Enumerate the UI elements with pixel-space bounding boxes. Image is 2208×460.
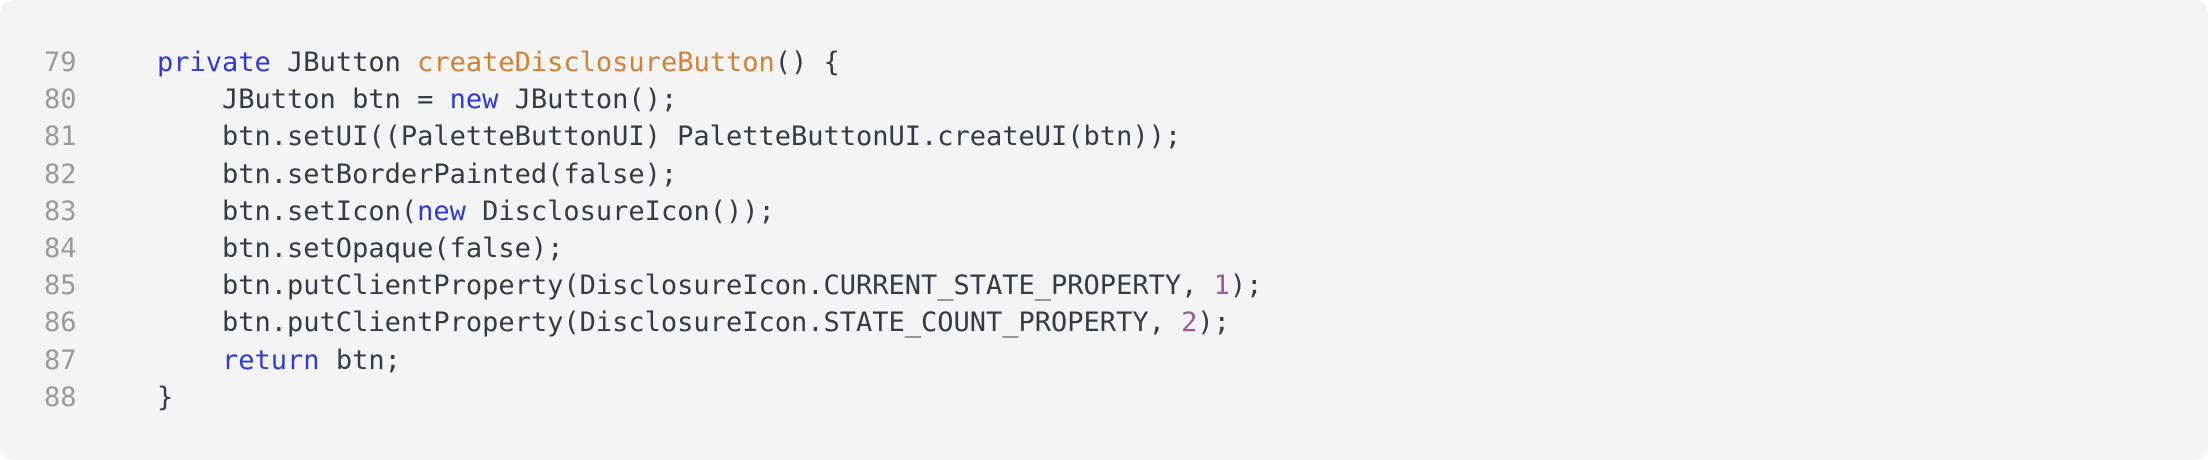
code-token-plain: JButton btn =	[157, 84, 450, 116]
code-token-plain: btn.setUI((PaletteButtonUI) PaletteButto…	[157, 121, 1182, 153]
code-line: 86 btn.putClientProperty(DisclosureIcon.…	[0, 304, 2208, 341]
code-line: 83 btn.setIcon(new DisclosureIcon());	[0, 193, 2208, 230]
line-code: btn.setBorderPainted(false);	[157, 156, 677, 193]
code-token-plain: );	[1229, 270, 1263, 302]
code-line: 87 return btn;	[0, 342, 2208, 379]
code-token-keyword: return	[222, 344, 320, 376]
line-number: 79	[44, 47, 77, 78]
line-code: btn.putClientProperty(DisclosureIcon.STA…	[157, 304, 1230, 341]
line-number: 80	[44, 84, 77, 116]
code-line: 80 JButton btn = new JButton();	[0, 81, 2208, 118]
code-token-plain: btn;	[319, 344, 401, 376]
line-number: 81	[44, 121, 77, 153]
code-token-plain: btn.setBorderPainted(false);	[157, 158, 678, 190]
code-line: 82 btn.setBorderPainted(false);	[0, 156, 2208, 193]
line-code: btn.setUI((PaletteButtonUI) PaletteButto…	[157, 118, 1181, 155]
code-token-plain: () {	[774, 47, 840, 78]
line-number: 87	[44, 344, 77, 376]
line-number: 83	[44, 195, 77, 227]
line-code: JButton btn = new JButton();	[157, 81, 677, 118]
line-code: btn.setOpaque(false);	[157, 230, 563, 267]
code-line: 79 private JButton createDisclosureButton…	[0, 44, 2208, 81]
code-block: 79 private JButton createDisclosureButton…	[0, 0, 2208, 460]
code-token-plain: JButton	[270, 47, 418, 78]
line-number: 82	[44, 158, 77, 190]
code-token-method: createDisclosureButton	[417, 47, 775, 78]
code-token-plain: btn.setIcon(	[157, 195, 418, 227]
line-code: return btn;	[157, 342, 401, 379]
code-token-keyword: new	[417, 195, 466, 227]
code-line: 84 btn.setOpaque(false);	[0, 230, 2208, 267]
code-token-plain: btn.putClientProperty(DisclosureIcon.STA…	[157, 307, 1182, 339]
code-token-number: 1	[1213, 270, 1230, 302]
code-token-plain: btn.setOpaque(false);	[157, 232, 564, 264]
line-number: 85	[44, 270, 77, 302]
code-line: 85 btn.putClientProperty(DisclosureIcon.…	[0, 267, 2208, 304]
code-token-plain: JButton();	[498, 84, 678, 116]
line-code: btn.putClientProperty(DisclosureIcon.CUR…	[157, 267, 1262, 304]
code-lines: 79 private JButton createDisclosureButton…	[0, 44, 2208, 416]
line-code: }	[157, 379, 173, 416]
code-line: 81 btn.setUI((PaletteButtonUI) PaletteBu…	[0, 118, 2208, 155]
code-token-keyword: new	[449, 84, 499, 116]
code-line: 88}	[0, 379, 2208, 416]
line-number: 88	[44, 381, 77, 413]
line-code: btn.setIcon(new DisclosureIcon());	[157, 193, 775, 230]
code-token-plain: DisclosureIcon());	[465, 195, 775, 227]
line-number: 84	[44, 232, 77, 264]
code-token-plain: btn.putClientProperty(DisclosureIcon.CUR…	[157, 270, 1214, 302]
line-number: 86	[44, 307, 77, 339]
code-token-plain: }	[157, 381, 174, 413]
code-token-keyword: private	[157, 47, 271, 78]
line-code: private JButton createDisclosureButton()…	[157, 44, 840, 81]
code-token-number: 2	[1181, 307, 1198, 339]
code-token-plain: );	[1197, 307, 1230, 339]
